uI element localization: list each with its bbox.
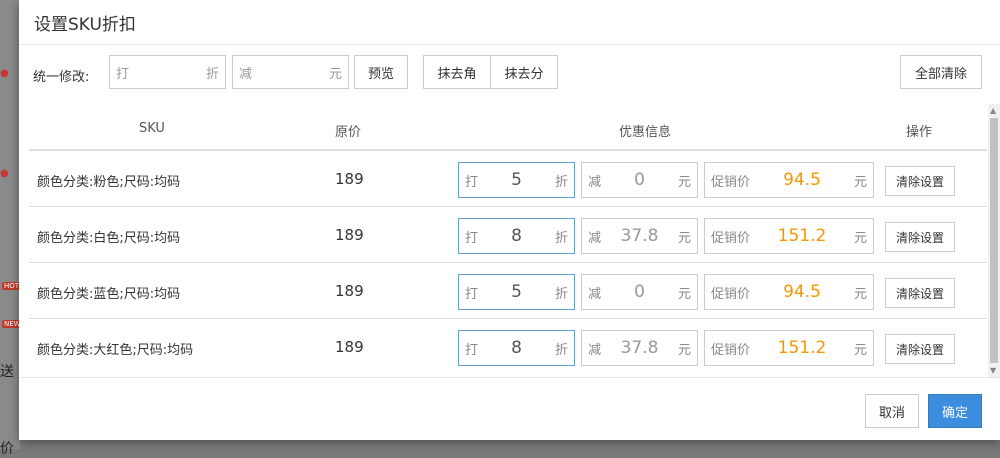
table-scrollbar[interactable]: ▲ ▼ — [988, 104, 1000, 377]
sku-name: 颜色分类:白色;尺码:均码 — [37, 231, 181, 246]
discount-value: 8 — [511, 338, 522, 358]
scrollbar-thumb[interactable] — [990, 118, 998, 363]
promo-price-input[interactable]: 促销价 151.2 元 — [704, 218, 874, 254]
sku-name: 颜色分类:大红色;尺码:均码 — [37, 343, 194, 358]
discount-value: 8 — [511, 226, 522, 246]
header-sku: SKU — [139, 121, 165, 136]
discount-unit: 折 — [554, 230, 568, 246]
reduce-input[interactable]: 减 0 元 — [581, 274, 698, 310]
sku-name: 颜色分类:粉色;尺码:均码 — [37, 175, 181, 190]
clear-row-button[interactable]: 清除设置 — [885, 222, 955, 252]
discount-prefix: 打 — [465, 286, 479, 302]
background-bullet: ● — [0, 168, 9, 179]
bulk-discount-placeholder: 打 — [116, 66, 130, 82]
clear-row-button[interactable]: 清除设置 — [885, 166, 955, 196]
discount-input[interactable]: 打 5 折 — [458, 162, 575, 198]
promo-unit: 元 — [853, 342, 867, 358]
bulk-discount-unit: 折 — [205, 66, 219, 82]
background-text: 送 — [0, 364, 14, 380]
clear-row-button[interactable]: 清除设置 — [885, 278, 955, 308]
reduce-value: 37.8 — [620, 226, 659, 246]
table-row: 颜色分类:大红色;尺码:均码 189 打 8 折 减 37.8 元 促销价 151.2 元 清除设置 — [29, 319, 987, 375]
bulk-reduce-input[interactable]: 减 元 — [232, 55, 349, 89]
round-jiao-button[interactable]: 抹去角 — [423, 55, 491, 89]
reduce-unit: 元 — [677, 174, 691, 190]
discount-unit: 折 — [554, 174, 568, 190]
reduce-input[interactable]: 减 0 元 — [581, 162, 698, 198]
sku-name: 颜色分类:蓝色;尺码:均码 — [37, 287, 181, 302]
bulk-reduce-placeholder: 减 — [239, 66, 253, 82]
promo-prefix: 促销价 — [711, 230, 751, 246]
discount-input[interactable]: 打 5 折 — [458, 274, 575, 310]
promo-unit: 元 — [853, 174, 867, 190]
promo-price-input[interactable]: 促销价 94.5 元 — [704, 162, 874, 198]
discount-input[interactable]: 打 8 折 — [458, 330, 575, 366]
header-price: 原价 — [335, 125, 362, 140]
discount-unit: 折 — [554, 286, 568, 302]
cancel-button[interactable]: 取消 — [865, 394, 919, 428]
discount-input[interactable]: 打 8 折 — [458, 218, 575, 254]
header-discount-info: 优惠信息 — [619, 125, 672, 140]
bulk-edit-toolbar: 统一修改: 打 折 减 元 预览 抹去角 抹去分 全部清除 — [19, 45, 1000, 101]
discount-prefix: 打 — [465, 342, 479, 358]
scroll-down-icon[interactable]: ▼ — [990, 366, 996, 375]
background-text: 价 — [0, 441, 14, 457]
original-price: 189 — [335, 338, 364, 356]
discount-unit: 折 — [554, 342, 568, 358]
discount-prefix: 打 — [465, 230, 479, 246]
sku-discount-dialog: 设置SKU折扣 统一修改: 打 折 减 元 预览 抹去角 抹去分 全部清除 SK… — [19, 0, 1000, 440]
reduce-value: 37.8 — [620, 338, 659, 358]
table-row: 颜色分类:白色;尺码:均码 189 打 8 折 减 37.8 元 促销价 151.2 元 清除设置 — [29, 207, 987, 263]
reduce-prefix: 减 — [588, 286, 602, 302]
reduce-input[interactable]: 减 37.8 元 — [581, 218, 698, 254]
promo-price-value: 94.5 — [783, 170, 821, 190]
discount-value: 5 — [511, 282, 522, 302]
promo-unit: 元 — [853, 286, 867, 302]
original-price: 189 — [335, 170, 364, 188]
reduce-input[interactable]: 减 37.8 元 — [581, 330, 698, 366]
reduce-value: 0 — [634, 282, 645, 302]
table-header: SKU 原价 优惠信息 操作 — [29, 104, 987, 151]
round-fen-button[interactable]: 抹去分 — [491, 55, 558, 89]
bulk-reduce-unit: 元 — [328, 66, 342, 82]
scroll-up-icon[interactable]: ▲ — [990, 106, 996, 115]
sku-table: SKU 原价 优惠信息 操作 颜色分类:粉色;尺码:均码 189 打 5 折减 0 元促销价… — [29, 104, 987, 377]
promo-price-input[interactable]: 促销价 151.2 元 — [704, 330, 874, 366]
reduce-unit: 元 — [677, 286, 691, 302]
clear-row-button[interactable]: 清除设置 — [885, 334, 955, 364]
reduce-unit: 元 — [677, 230, 691, 246]
dialog-footer: 取消 确定 — [19, 377, 1000, 441]
reduce-prefix: 减 — [588, 174, 602, 190]
rounding-button-group: 抹去角 抹去分 — [423, 55, 558, 89]
discount-prefix: 打 — [465, 174, 479, 190]
header-operations: 操作 — [906, 125, 933, 140]
dialog-title: 设置SKU折扣 — [34, 14, 136, 35]
promo-unit: 元 — [853, 230, 867, 246]
bulk-discount-input[interactable]: 打 折 — [109, 55, 226, 89]
reduce-prefix: 减 — [588, 342, 602, 358]
original-price: 189 — [335, 282, 364, 300]
background-bullet: ● — [0, 68, 9, 79]
promo-prefix: 促销价 — [711, 174, 751, 190]
bulk-edit-label: 统一修改: — [33, 70, 90, 85]
discount-value: 5 — [511, 170, 522, 190]
promo-price-value: 94.5 — [783, 282, 821, 302]
reduce-prefix: 减 — [588, 230, 602, 246]
dialog-header: 设置SKU折扣 — [19, 0, 1000, 45]
clear-all-button[interactable]: 全部清除 — [900, 55, 982, 89]
promo-price-value: 151.2 — [777, 338, 827, 358]
table-row: 颜色分类:蓝色;尺码:均码 189 打 5 折 减 0 元 促销价 94.5 元 清除设置 — [29, 263, 987, 319]
reduce-value: 0 — [634, 170, 645, 190]
reduce-unit: 元 — [677, 342, 691, 358]
original-price: 189 — [335, 226, 364, 244]
table-row: 颜色分类:粉色;尺码:均码 189 打 5 折 减 0 元 促销价 94.5 元 清除设置 — [29, 151, 987, 207]
promo-prefix: 促销价 — [711, 342, 751, 358]
promo-price-input[interactable]: 促销价 94.5 元 — [704, 274, 874, 310]
confirm-button[interactable]: 确定 — [928, 394, 982, 428]
promo-prefix: 促销价 — [711, 286, 751, 302]
promo-price-value: 151.2 — [777, 226, 827, 246]
preview-button[interactable]: 预览 — [354, 55, 408, 89]
